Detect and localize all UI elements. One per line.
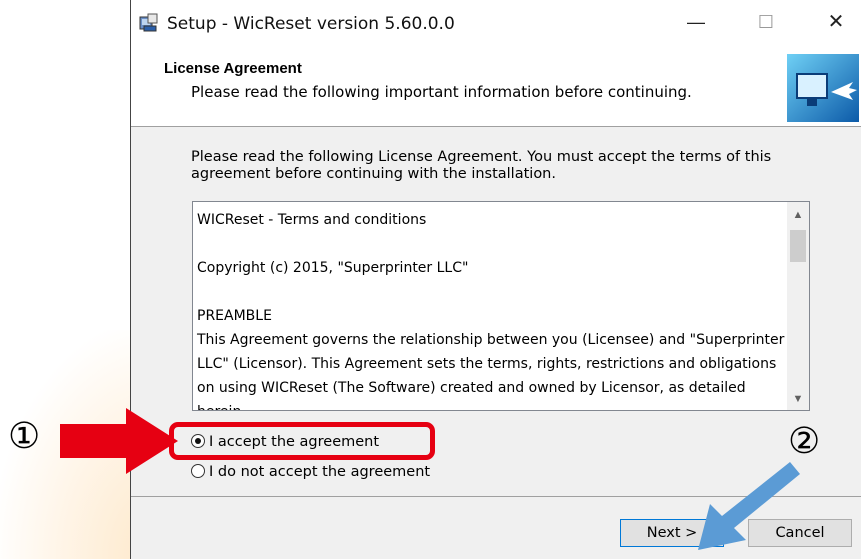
scroll-down-icon[interactable]: ▼ [787, 388, 809, 410]
intro-text: Please read the following License Agreem… [191, 149, 772, 182]
license-textbox[interactable]: WICReset - Terms and conditions Copyrigh… [192, 201, 810, 411]
decline-radio[interactable]: I do not accept the agreement [191, 462, 430, 482]
installer-icon [139, 13, 158, 32]
license-scrollbar[interactable]: ▲ ▼ [787, 202, 809, 410]
scroll-thumb[interactable] [790, 230, 806, 262]
close-button[interactable]: ✕ [816, 8, 856, 36]
decline-label[interactable]: I do not accept the agreement [209, 464, 430, 480]
scroll-up-icon[interactable]: ▲ [787, 204, 809, 226]
red-arrow-icon [60, 408, 178, 474]
window-title: Setup - WicReset version 5.60.0.0 [167, 14, 455, 34]
radio-unchecked-icon[interactable] [191, 464, 205, 478]
minimize-button[interactable]: — [676, 8, 716, 36]
step-2-marker: ② [788, 421, 821, 462]
page-subtitle: Please read the following important info… [191, 83, 692, 101]
wizard-computer-icon [787, 54, 859, 122]
page-title: License Agreement [164, 60, 302, 77]
radio-checked-icon[interactable] [191, 434, 205, 448]
step-1-marker: ① [8, 416, 41, 457]
accept-radio[interactable]: I accept the agreement [191, 432, 379, 452]
blue-arrow-icon [698, 462, 800, 550]
title-bar: Setup - WicReset version 5.60.0.0 — ☐ ✕ [131, 0, 861, 44]
accept-label[interactable]: I accept the agreement [209, 434, 379, 450]
license-text: WICReset - Terms and conditions Copyrigh… [197, 212, 785, 410]
maximize-button[interactable]: ☐ [746, 8, 786, 36]
wizard-header: License Agreement Please read the follow… [131, 44, 861, 127]
